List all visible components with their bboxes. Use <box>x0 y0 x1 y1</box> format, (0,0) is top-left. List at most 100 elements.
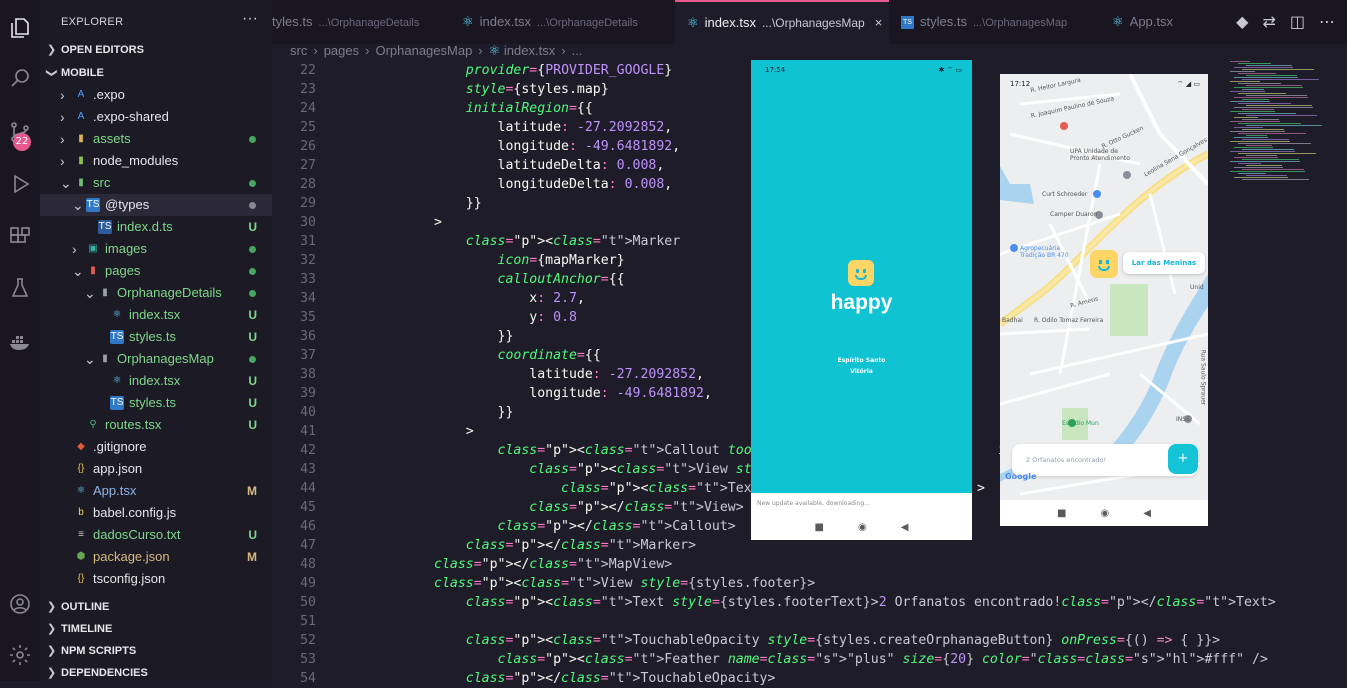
file-type-icon: {} <box>77 463 85 474</box>
breadcrumb-item[interactable]: index.tsx <box>504 43 555 58</box>
code-line[interactable]: 49 class="p"><class="t">View style={style… <box>272 574 1347 593</box>
chevron-down-icon: ⌄ <box>72 197 84 213</box>
file-type-icon: ⚛ <box>112 309 122 320</box>
tree-item-babel-config-js[interactable]: b babel.config.js <box>40 502 272 524</box>
minimap-line <box>1238 103 1291 104</box>
tree-item-orphanagesmap[interactable]: ⌄ ▮ OrphanagesMap <box>40 348 272 370</box>
line-number: 45 <box>300 500 316 515</box>
split-editor-icon[interactable]: ◫ <box>1290 12 1305 31</box>
minimap-line <box>1242 99 1269 100</box>
code-line[interactable]: 48 class="p"></class="t">MapView> <box>272 555 1347 574</box>
line-number: 44 <box>300 481 316 496</box>
tree-item-gitignore[interactable]: ◆ .gitignore <box>40 436 272 458</box>
testing-icon[interactable] <box>4 272 36 304</box>
tree-item-app-tsx[interactable]: ⚛ App.tsx M <box>40 480 272 502</box>
timeline-section[interactable]: ❯ TIMELINE <box>40 619 272 639</box>
breadcrumb-item[interactable]: pages <box>324 43 359 58</box>
tree-item-images[interactable]: › ▣ images <box>40 238 272 260</box>
settings-gear-icon[interactable] <box>4 639 36 671</box>
open-editors-section[interactable]: ❯ OPEN EDITORS <box>40 40 272 60</box>
tab-details-styles[interactable]: tyles.ts ...\OrphanageDetails <box>272 0 442 44</box>
minimap-line <box>1242 169 1304 170</box>
tree-item-expo[interactable]: › A .expo <box>40 84 272 106</box>
code-line[interactable]: 50 class="p"><class="t">Text style={style… <box>272 593 1347 612</box>
phone-status-bar: 17:54 ✱ ⌔ ▭ <box>751 60 972 80</box>
minimap-line <box>1238 73 1276 74</box>
git-compare-icon[interactable]: ◆ <box>1236 12 1248 31</box>
explorer-icon[interactable] <box>4 12 36 44</box>
file-type-icon: ▮ <box>78 155 84 166</box>
tab-map-index[interactable]: ⚛ index.tsx ...\OrphanagesMap × <box>675 0 889 44</box>
tree-item-src[interactable]: ⌄ ▮ src <box>40 172 272 194</box>
more-icon[interactable]: ⋯ <box>1319 12 1335 31</box>
tab-app[interactable]: ⚛ App.tsx <box>1112 0 1212 44</box>
code-line[interactable]: 54 class="p"></class="t">TouchableOpacity… <box>272 669 1347 688</box>
code-text: class="p"><class="t">Feather name=class=… <box>497 652 1268 667</box>
map-label: Pronto Atendimento <box>1070 155 1130 162</box>
breadcrumb-item[interactable]: src <box>290 43 307 58</box>
tab-details-index[interactable]: ⚛ index.tsx ...\OrphanageDetails <box>462 0 662 44</box>
npm-scripts-section[interactable]: ❯ NPM SCRIPTS <box>40 641 272 661</box>
outline-section[interactable]: ❯ OUTLINE <box>40 597 272 617</box>
breadcrumb-item[interactable]: ... <box>572 43 583 58</box>
back-icon[interactable]: ◀ <box>1143 508 1151 519</box>
tree-item-assets[interactable]: › ▮ assets <box>40 128 272 150</box>
orphanage-map-marker-icon[interactable] <box>1090 250 1118 278</box>
tree-item-app-json[interactable]: {} app.json <box>40 458 272 480</box>
recents-icon[interactable]: ■ <box>1057 508 1066 519</box>
tree-item-index-tsx[interactable]: ⚛ index.tsx U <box>40 304 272 326</box>
minimap-line <box>1230 131 1285 132</box>
typescript-icon: TS <box>901 16 914 30</box>
home-icon[interactable]: ◉ <box>1101 508 1110 519</box>
map-label: Curt Schroeder <box>1042 191 1088 198</box>
docker-icon[interactable] <box>4 326 36 358</box>
marker-callout[interactable]: Lar das Meninas <box>1123 252 1205 274</box>
tree-item-node-modules[interactable]: › ▮ node_modules <box>40 150 272 172</box>
create-orphanage-button[interactable]: + <box>1168 444 1198 474</box>
code-text: icon={mapMarker} <box>497 253 625 268</box>
minimap-line <box>1246 65 1292 66</box>
chevron-right-icon: ❯ <box>47 44 57 56</box>
tree-item-dadoscurso-txt[interactable]: ≡ dadosCurso.txt U <box>40 524 272 546</box>
minimap[interactable] <box>1230 61 1340 201</box>
breadcrumb-item[interactable]: OrphanagesMap <box>375 43 472 58</box>
tree-item-tsconfig-json[interactable]: {} tsconfig.json <box>40 568 272 590</box>
scm-badge: 22 <box>13 133 31 151</box>
tree-item-expo-shared[interactable]: › A .expo-shared <box>40 106 272 128</box>
react-icon: ⚛ <box>687 15 699 30</box>
status-icons: ✱ ⌔ ▭ <box>938 66 962 74</box>
search-icon[interactable] <box>4 62 36 94</box>
close-icon[interactable]: × <box>875 15 883 30</box>
extensions-icon[interactable] <box>4 221 36 253</box>
home-icon[interactable]: ◉ <box>858 522 867 533</box>
minimap-line <box>1230 71 1255 72</box>
tree-item-routes-tsx[interactable]: ⚲ routes.tsx U <box>40 414 272 436</box>
map-label: UPA Unidade de <box>1070 148 1118 155</box>
tree-item-styles-ts[interactable]: TS styles.ts U <box>40 326 272 348</box>
tree-item-types[interactable]: ⌄ TS @types <box>40 194 272 216</box>
code-text: class="p"></class="t">Callout> <box>497 519 736 534</box>
project-section[interactable]: ❯ MOBILE <box>40 63 272 83</box>
code-line[interactable]: 53 class="p"><class="t">Feather name=clas… <box>272 650 1347 669</box>
run-debug-icon[interactable] <box>4 168 36 200</box>
tree-item-index-d-ts[interactable]: TS index.d.ts U <box>40 216 272 238</box>
account-icon[interactable] <box>4 588 36 620</box>
code-line[interactable]: 52 class="p"><class="t">TouchableOpacity … <box>272 631 1347 650</box>
tree-item-pages[interactable]: ⌄ ▮ pages <box>40 260 272 282</box>
tree-item-styles-ts[interactable]: TS styles.ts U <box>40 392 272 414</box>
code-line[interactable]: 51 <box>272 612 1347 631</box>
modified-dot-icon <box>249 268 256 275</box>
open-changes-icon[interactable]: ⇄ <box>1262 12 1275 31</box>
file-type-icon: TS <box>110 330 124 344</box>
more-actions-button[interactable]: ··· <box>242 10 258 28</box>
tree-item-index-tsx[interactable]: ⚛ index.tsx U <box>40 370 272 392</box>
dependencies-section[interactable]: ❯ DEPENDENCIES <box>40 663 272 683</box>
line-number: 49 <box>300 576 316 591</box>
tab-map-styles[interactable]: TS styles.ts ...\OrphanagesMap <box>901 0 1101 44</box>
back-icon[interactable]: ◀ <box>901 522 909 533</box>
recents-icon[interactable]: ■ <box>815 522 824 533</box>
line-number: 25 <box>300 120 316 135</box>
tree-item-orphanagedetails[interactable]: ⌄ ▮ OrphanageDetails <box>40 282 272 304</box>
minimap-line <box>1230 61 1250 62</box>
tree-item-package-json[interactable]: ⬢ package.json M <box>40 546 272 568</box>
